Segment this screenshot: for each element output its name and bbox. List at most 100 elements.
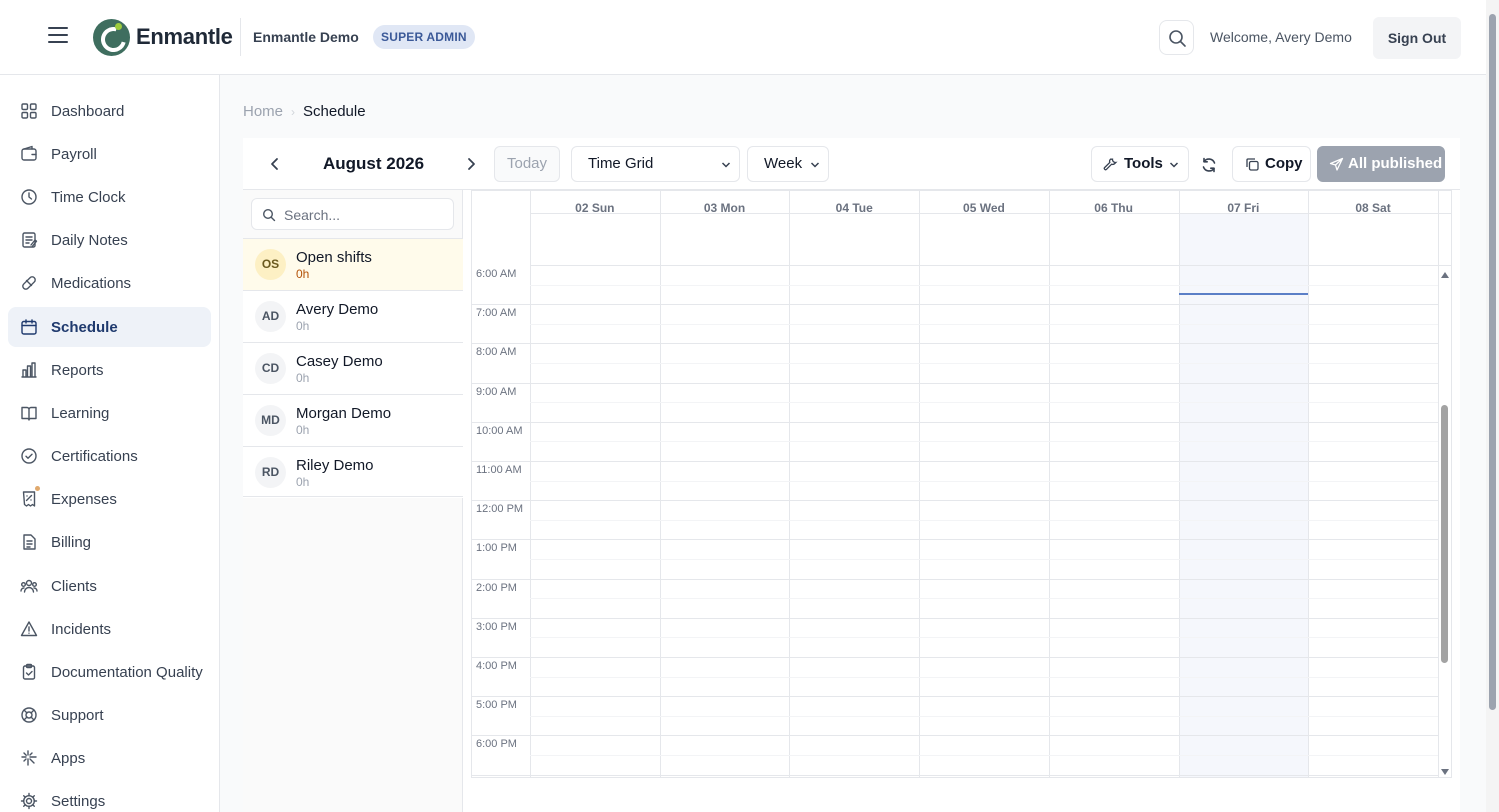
sidebar-item-certifications[interactable]: Certifications (8, 436, 211, 476)
scrollbar-thumb[interactable] (1489, 14, 1496, 710)
staff-name: Riley Demo (296, 457, 374, 474)
sidebar-item-label: Clients (51, 578, 97, 595)
day-header[interactable]: 08 Sat (1308, 201, 1438, 217)
search-button[interactable] (1159, 20, 1194, 55)
breadcrumb-home[interactable]: Home (243, 103, 283, 120)
week-time-grid[interactable]: 02 Sun 03 Mon 04 Tue 05 Wed 06 Thu 07 Fri 08 S… (471, 190, 1452, 778)
check-circle-icon (21, 448, 37, 464)
next-month-icon[interactable] (462, 155, 480, 173)
staff-search-input[interactable]: Search... (251, 198, 454, 230)
day-header[interactable]: 05 Wed (919, 201, 1049, 217)
staff-name: Casey Demo (296, 353, 383, 370)
sidebar-item-schedule[interactable]: Schedule (8, 307, 211, 347)
sidebar-item-expenses[interactable]: Expenses (8, 479, 211, 519)
refresh-icon[interactable] (1200, 156, 1218, 174)
time-label: 2:00 PM (476, 581, 517, 594)
sidebar-item-label: Support (51, 707, 104, 724)
half-hour-line (530, 637, 1438, 639)
day-header[interactable]: 06 Thu (1049, 201, 1179, 217)
day-header[interactable]: 02 Sun (530, 201, 660, 217)
staff-row[interactable]: RD Riley Demo 0h (243, 446, 463, 498)
day-header[interactable]: 03 Mon (660, 201, 790, 217)
brand-name[interactable]: Enmantle (136, 24, 233, 50)
staff-row[interactable]: CD Casey Demo 0h (243, 342, 463, 394)
welcome-text: Welcome, Avery Demo (1210, 29, 1352, 45)
sidebar-item-label: Payroll (51, 146, 97, 163)
sidebar-item-label: Medications (51, 275, 132, 292)
half-hour-line (530, 441, 1438, 443)
staff-row[interactable]: AD Avery Demo 0h (243, 290, 463, 342)
grid-line (530, 213, 1451, 214)
sidebar-item-daily-notes[interactable]: Daily Notes (8, 220, 211, 260)
sidebar-item-label: Learning (51, 405, 110, 422)
chevron-right-icon: › (291, 105, 296, 119)
sidebar-item-billing[interactable]: Billing (8, 522, 211, 562)
clock-icon (21, 189, 37, 205)
hour-line (472, 774, 1438, 776)
half-hour-line (530, 755, 1438, 756)
receipt-icon (22, 491, 36, 507)
search-icon (262, 208, 276, 222)
tools-label: Tools (1124, 155, 1163, 172)
sidebar-item-reports[interactable]: Reports (8, 350, 211, 390)
sidebar-item-documentation-quality[interactable]: Documentation Quality (8, 652, 211, 692)
sidebar-item-apps[interactable]: Apps (8, 738, 211, 778)
calendar-scrollbar[interactable] (1438, 269, 1451, 777)
staff-row[interactable]: MD Morgan Demo 0h (243, 394, 463, 446)
menu-icon[interactable] (48, 27, 68, 47)
notification-dot (35, 486, 40, 491)
scroll-down-icon[interactable] (1441, 769, 1449, 775)
day-header[interactable]: 04 Tue (789, 201, 919, 217)
view-select[interactable]: Time Grid (571, 146, 740, 182)
time-label: 7:00 AM (476, 307, 517, 320)
calendar-icon (21, 319, 37, 335)
scroll-up-icon[interactable] (1441, 272, 1449, 278)
page-scrollbar[interactable] (1486, 0, 1499, 812)
brand-logo-icon[interactable] (93, 19, 130, 56)
sign-out-button[interactable]: Sign Out (1373, 17, 1461, 59)
sidebar-item-incidents[interactable]: Incidents (8, 609, 211, 649)
top-bar: Enmantle Enmantle Demo SUPER ADMIN Welco… (0, 0, 1486, 75)
half-hour-line (530, 676, 1438, 678)
breadcrumb: Home › Schedule (243, 103, 366, 120)
staff-list: Search... OS Open shifts 0h AD Avery Demo 0h C… (243, 190, 463, 812)
tools-button[interactable]: Tools (1091, 146, 1189, 182)
open-shifts-row[interactable]: OS Open shifts 0h (243, 238, 463, 290)
sidebar-item-dashboard[interactable]: Dashboard (8, 91, 211, 131)
avatar: OS (255, 249, 286, 280)
half-hour-line (530, 715, 1438, 717)
hour-line (472, 696, 1438, 698)
sidebar-item-medications[interactable]: Medications (8, 263, 211, 303)
time-label: 12:00 PM (476, 503, 524, 516)
pill-icon (22, 276, 36, 290)
sidebar-item-label: Expenses (51, 491, 117, 508)
publish-label: All published (1348, 155, 1443, 172)
copy-label: Copy (1265, 155, 1303, 172)
grid-icon (21, 103, 37, 119)
warning-icon (20, 621, 38, 637)
grid-line (919, 191, 921, 777)
sidebar-item-support[interactable]: Support (8, 695, 211, 735)
sidebar-item-payroll[interactable]: Payroll (8, 134, 211, 174)
time-label: 8:00 AM (476, 346, 517, 359)
copy-icon (1246, 158, 1259, 171)
sidebar-item-time-clock[interactable]: Time Clock (8, 177, 211, 217)
schedule-toolbar: August 2026 Today Time Grid Week Tools C… (243, 138, 1460, 190)
staff-name: Avery Demo (296, 301, 379, 318)
sidebar-item-clients[interactable]: Clients (8, 566, 211, 606)
hour-line (472, 304, 1438, 306)
day-header[interactable]: 07 Fri (1179, 201, 1309, 217)
today-button[interactable]: Today (494, 146, 560, 182)
copy-button[interactable]: Copy (1232, 146, 1311, 182)
hour-line (472, 617, 1438, 619)
prev-month-icon[interactable] (266, 155, 284, 173)
time-label: 1:00 PM (476, 542, 517, 555)
sidebar-item-settings[interactable]: Settings (8, 781, 211, 812)
grid-line (1178, 191, 1180, 777)
sidebar-item-learning[interactable]: Learning (8, 393, 211, 433)
scrollbar-thumb[interactable] (1441, 405, 1448, 663)
range-select[interactable]: Week (747, 146, 829, 182)
grid-line (1048, 191, 1050, 777)
view-select-value: Time Grid (588, 155, 654, 172)
publish-button[interactable]: All published (1317, 146, 1445, 182)
